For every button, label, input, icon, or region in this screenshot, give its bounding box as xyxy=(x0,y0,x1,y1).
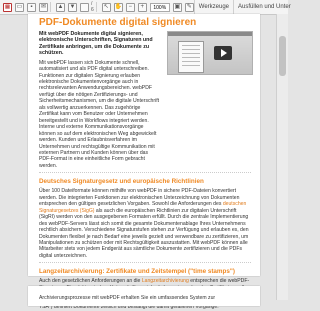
zoom-select[interactable]: 100% xyxy=(149,2,170,12)
intro-text: Mit webPDF Dokumente digital signieren, … xyxy=(39,31,153,57)
section-heading: Langzeitarchivierung: Zertifikate und Ze… xyxy=(39,268,235,276)
page-count: / 6 xyxy=(91,1,94,13)
email-icon[interactable]: ✉ xyxy=(39,2,48,12)
paragraph-text: als auch die europäischen Richtlinien zu… xyxy=(39,207,249,259)
zoom-out-icon[interactable]: − xyxy=(125,2,135,12)
fill-and-sign-button[interactable]: Ausfüllen und Unter xyxy=(233,0,295,14)
play-icon[interactable] xyxy=(214,46,232,60)
page-title: PDF-Dokumente digital signieren xyxy=(39,17,197,28)
comment-icon[interactable]: ✎ xyxy=(184,2,194,12)
vertical-scrollbar[interactable] xyxy=(276,14,288,300)
print-icon[interactable]: ▪ xyxy=(27,2,36,12)
zoom-in-icon[interactable]: + xyxy=(137,2,147,12)
fit-page-icon[interactable]: ▣ xyxy=(172,2,182,12)
pdf-page: PDF-Dokumente digital signieren Mit webP… xyxy=(28,14,260,310)
tools-button[interactable]: Werkzeuge xyxy=(193,0,233,14)
select-icon[interactable]: ↖ xyxy=(101,2,111,12)
paragraph-text: Auch den gesetzlichen Anforderungen an d… xyxy=(39,278,141,285)
paragraph: Archivierungsprozesse mit webPDF erhalte… xyxy=(39,295,216,301)
paragraph: Mit webPDF lassen sich Dokumente schnell… xyxy=(39,59,160,169)
divider xyxy=(39,172,251,174)
hand-icon[interactable]: ✋ xyxy=(113,2,123,12)
document-icon xyxy=(178,41,204,73)
toolbar: ▤ ▭ ▪ ✉ ▲ ▼ / 6 ↖ ✋ − + 100% ▣ ✎ Werkzeu… xyxy=(0,0,291,15)
archiving-link[interactable]: Langzeitarchivierung xyxy=(142,278,189,284)
paragraph: Über 100 Dateiformate können mithilfe vo… xyxy=(39,188,251,259)
paragraph-text: Über 100 Dateiformate können mithilfe vo… xyxy=(39,188,240,208)
page-number-input[interactable] xyxy=(80,2,89,12)
scrollbar-thumb[interactable] xyxy=(279,36,286,76)
pdf-file-icon[interactable]: ▤ xyxy=(3,2,12,12)
section-heading: Deutsches Signaturgesetz und europäische… xyxy=(39,178,204,186)
pdf-page: Archivierungsprozesse mit webPDF erhalte… xyxy=(28,286,260,306)
toolbar-separator xyxy=(95,2,97,12)
toolbar-separator xyxy=(50,2,51,12)
video-thumbnail[interactable] xyxy=(167,31,253,75)
prev-page-icon[interactable]: ▲ xyxy=(56,2,65,12)
save-icon[interactable]: ▭ xyxy=(15,2,24,12)
next-page-icon[interactable]: ▼ xyxy=(68,2,77,12)
divider xyxy=(39,262,251,264)
